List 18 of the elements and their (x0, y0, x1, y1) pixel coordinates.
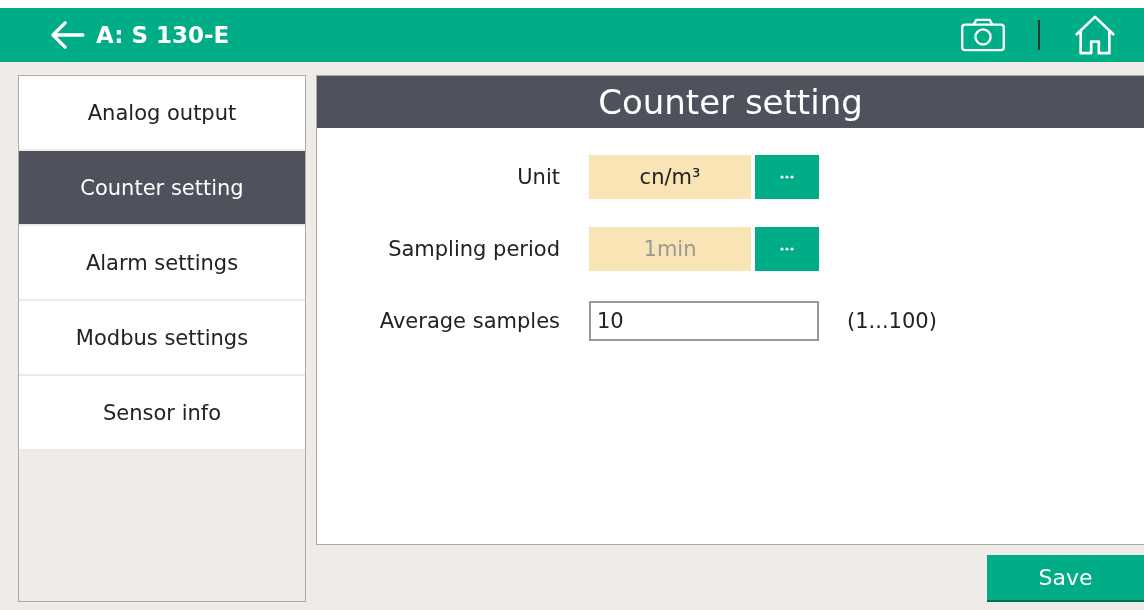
device-title: A: S 130-E (96, 22, 230, 48)
value-field[interactable]: cn/m³ (589, 155, 751, 199)
more-icon (780, 175, 794, 179)
field-label: Sampling period (387, 237, 560, 261)
home-icon[interactable] (1072, 14, 1118, 56)
camera-icon[interactable] (960, 18, 1006, 52)
sidebar-item[interactable]: Alarm settings (19, 226, 305, 299)
more-icon (780, 247, 794, 251)
sidebar-item[interactable]: Sensor info (19, 376, 305, 449)
sidebar-item[interactable]: Counter setting (19, 151, 305, 224)
back-arrow-icon[interactable] (48, 20, 86, 50)
sidebar-item[interactable]: Modbus settings (19, 301, 305, 374)
input-field[interactable]: 10 (589, 301, 819, 341)
field-label: Average samples (378, 309, 560, 333)
panel-title: Counter setting (317, 76, 1144, 128)
field-label: Unit (516, 165, 560, 189)
sidebar-item[interactable]: Analog output (19, 76, 305, 149)
range-hint: (1...100) (847, 309, 937, 333)
